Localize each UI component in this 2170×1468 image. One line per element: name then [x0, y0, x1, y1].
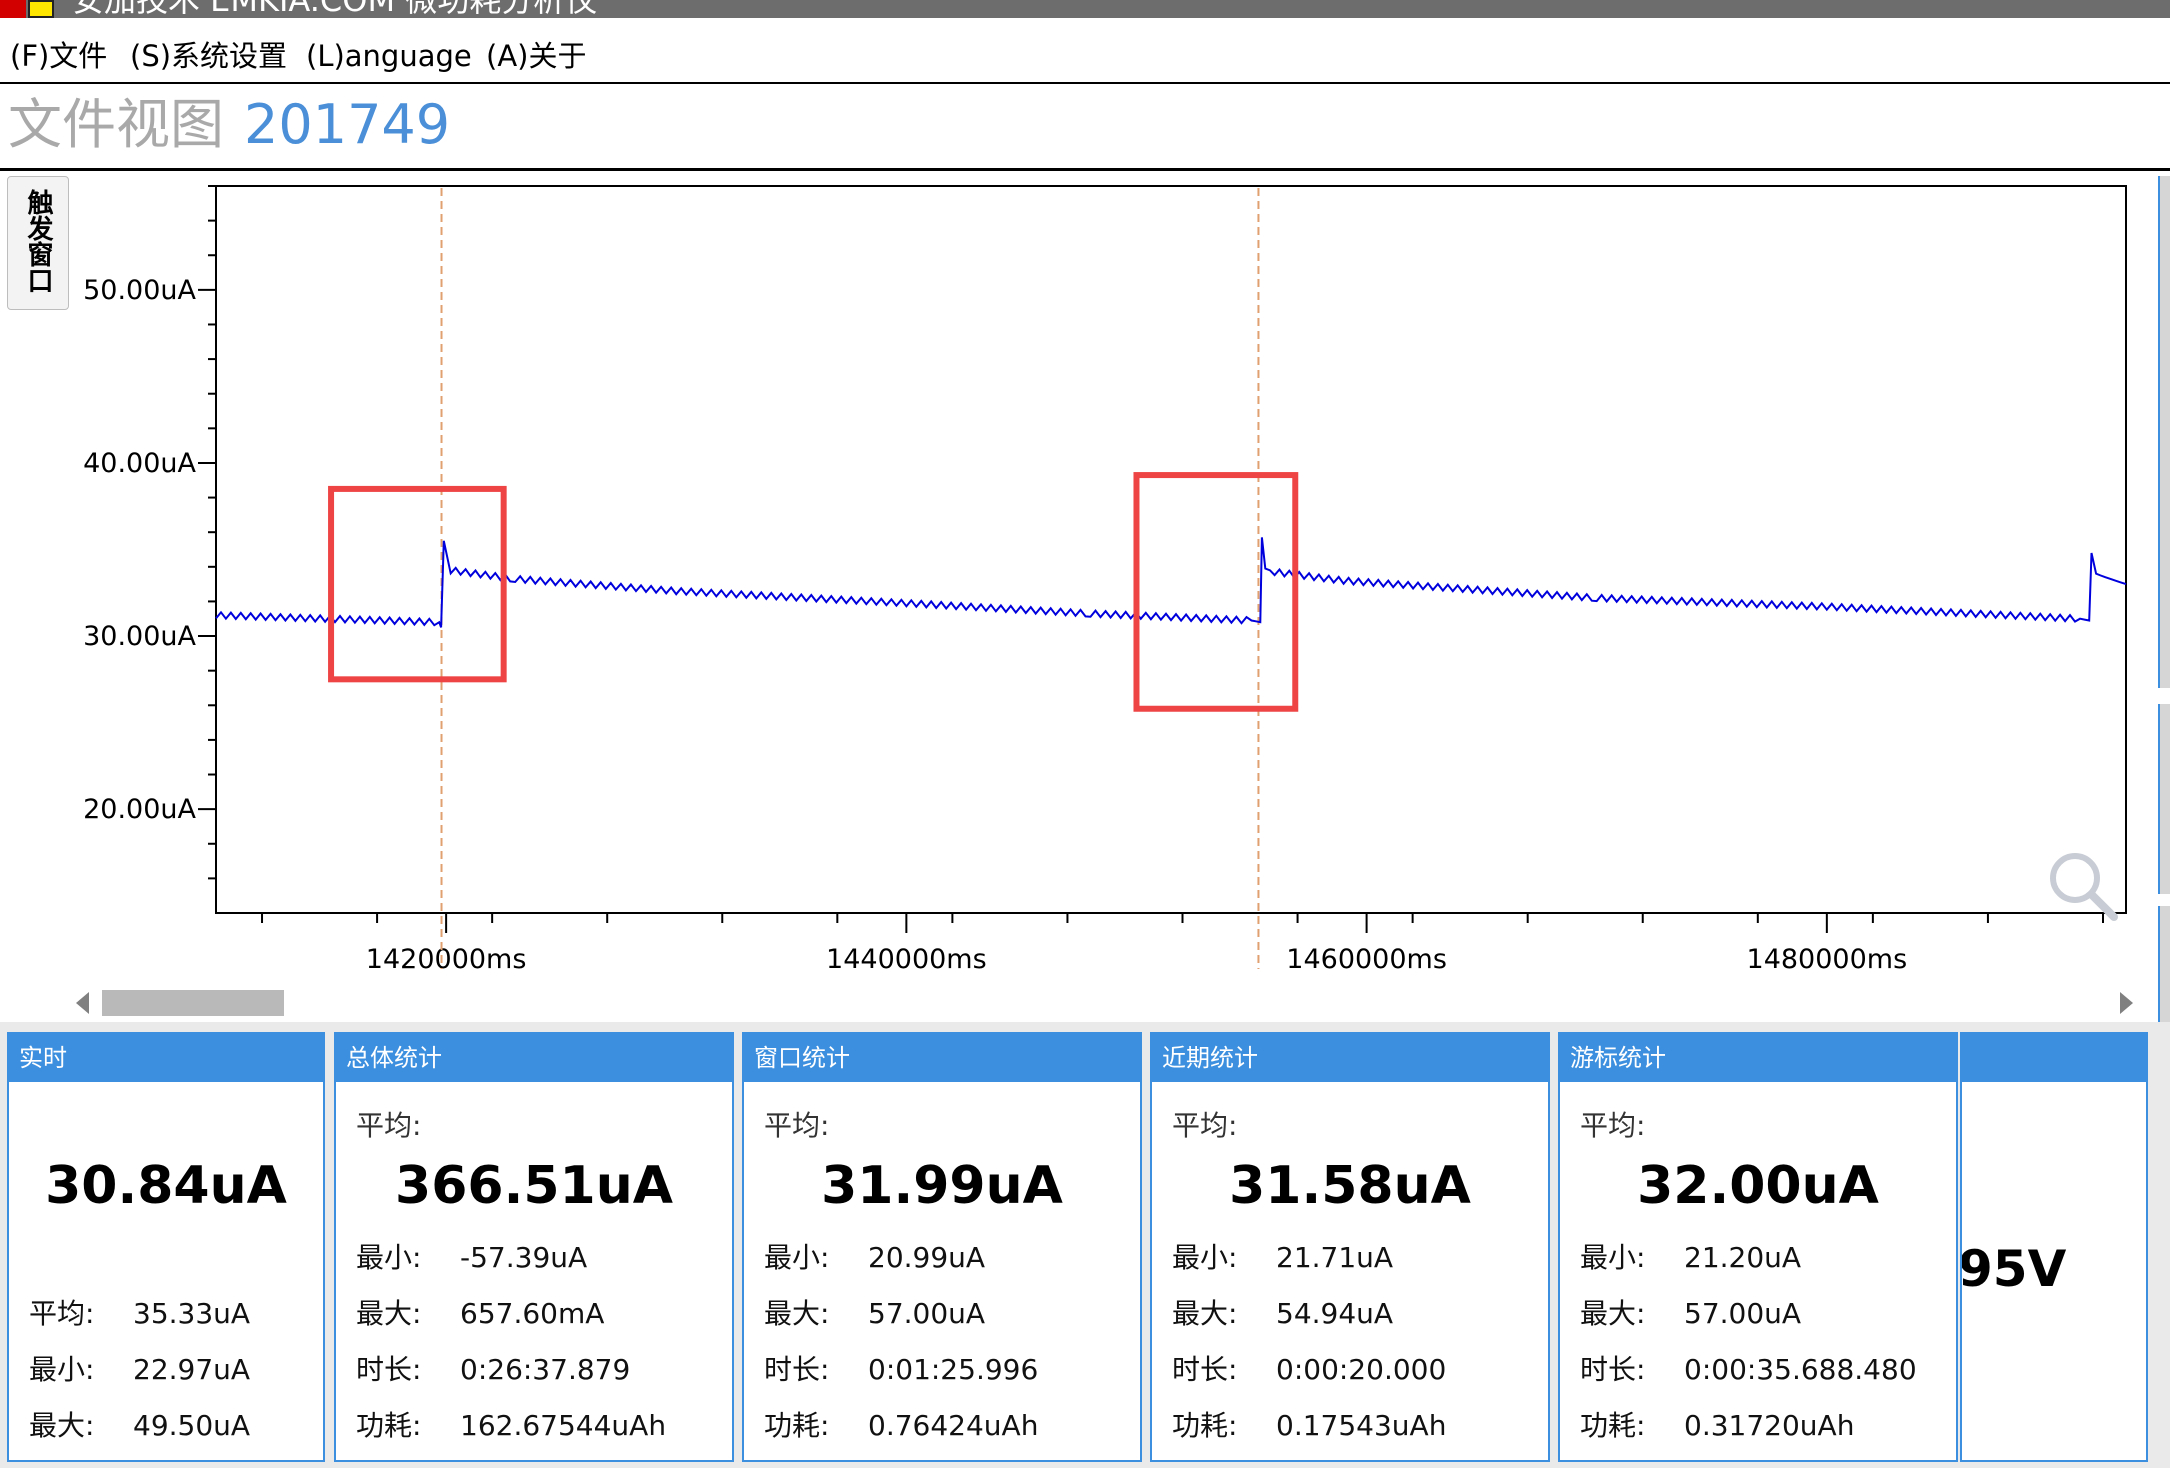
recent-avg-label: 平均: — [1172, 1109, 1238, 1142]
cursor-avg-label: 平均: — [1580, 1109, 1646, 1142]
overall-row-duration: 时长: 0:26:37.879 — [356, 1353, 631, 1386]
y-tick-label: 20.00uA — [83, 794, 196, 825]
page-header: 文件视图 201749 — [8, 92, 450, 162]
panel-cursor: 游标统计 平均: 32.00uA 最小: 21.20uA 最大: 57.00uA 时… — [1558, 1032, 1958, 1462]
realtime-current-value: 30.84uA — [45, 1156, 287, 1216]
recent-row-energy: 功耗: 0.17543uAh — [1172, 1409, 1447, 1442]
overall-row-energy: 功耗: 162.67544uAh — [356, 1409, 667, 1442]
recent-avg-value: 31.58uA — [1229, 1156, 1471, 1216]
horizontal-scrollbar[interactable] — [76, 988, 2140, 1018]
trigger-window-tab[interactable]: 触发窗口 — [7, 176, 69, 310]
recent-row-max: 最大: 54.94uA — [1172, 1297, 1394, 1330]
panel-recent: 近期统计 平均: 31.58uA 最小: 21.71uA 最大: 54.94uA 时… — [1150, 1032, 1550, 1462]
window-row-energy: 功耗: 0.76424uAh — [764, 1409, 1039, 1442]
realtime-row-max: 最大: 49.50uA — [29, 1409, 251, 1442]
window-row-max: 最大: 57.00uA — [764, 1297, 986, 1330]
menu-settings[interactable]: (S)系统设置 — [130, 38, 287, 74]
y-tick-label: 50.00uA — [83, 275, 196, 306]
panel-realtime-title: 实时 — [9, 1034, 323, 1082]
menu-about[interactable]: (A)关于 — [486, 38, 586, 74]
x-tick-label: 1420000ms — [366, 944, 527, 975]
recent-row-min: 最小: 21.71uA — [1172, 1241, 1394, 1274]
window-title: 安加技术 EMKIA.COM 微功耗分析仪 — [72, 0, 597, 18]
y-tick-label: 40.00uA — [83, 448, 196, 479]
file-id: 201749 — [244, 93, 451, 156]
page-title: 文件视图 — [8, 93, 224, 156]
menu-bar: (F)文件 (S)系统设置 (L)anguage (A)关于 — [0, 30, 2170, 84]
menu-language[interactable]: (L)anguage — [306, 38, 472, 74]
cursor-row-duration: 时长: 0:00:35.688.480 — [1580, 1353, 1917, 1386]
panel-voltage-header — [1962, 1034, 2146, 1082]
panel-window-title: 窗口统计 — [744, 1034, 1140, 1082]
panel-overall-title: 总体统计 — [336, 1034, 732, 1082]
cursor-avg-value: 32.00uA — [1637, 1156, 1879, 1216]
scroll-thumb[interactable] — [102, 990, 284, 1016]
panel-cursor-title: 游标统计 — [1560, 1034, 1956, 1082]
y-tick-label: 30.00uA — [83, 621, 196, 652]
panel-realtime: 实时 30.84uA 平均: 35.33uA 最小: 22.97uA 最大: 49.5… — [7, 1032, 325, 1462]
x-tick-label: 1440000ms — [826, 944, 987, 975]
right-edge-strip — [2158, 176, 2170, 688]
window-row-duration: 时长: 0:01:25.996 — [764, 1353, 1039, 1386]
scroll-right-arrow-icon[interactable] — [2120, 992, 2133, 1014]
x-tick-label: 1460000ms — [1286, 944, 1447, 975]
window-row-min: 最小: 20.99uA — [764, 1241, 986, 1274]
title-bar: 安加技术 EMKIA.COM 微功耗分析仪 — [0, 0, 2170, 18]
panel-voltage: 95V — [1960, 1032, 2148, 1462]
panel-overall: 总体统计 平均: 366.51uA 最小: -57.39uA 最大: 657.60m… — [334, 1032, 734, 1462]
realtime-row-avg: 平均: 35.33uA — [29, 1297, 251, 1330]
trigger-window-label: 触发窗口 — [23, 189, 53, 293]
panel-recent-title: 近期统计 — [1152, 1034, 1548, 1082]
recent-row-duration: 时长: 0:00:20.000 — [1172, 1353, 1447, 1386]
cursor-row-min: 最小: 21.20uA — [1580, 1241, 1802, 1274]
panel-window: 窗口统计 平均: 31.99uA 最小: 20.99uA 最大: 57.00uA 时… — [742, 1032, 1142, 1462]
app-logo-icon — [0, 0, 60, 18]
cursor-row-energy: 功耗: 0.31720uAh — [1580, 1409, 1855, 1442]
chart-svg: 20.00uA 30.00uA 40.00uA 50.00uA 1420000ms 144… — [83, 185, 2127, 975]
scroll-left-arrow-icon[interactable] — [76, 992, 89, 1014]
overall-row-min: 最小: -57.39uA — [356, 1241, 588, 1274]
overall-avg-value: 366.51uA — [395, 1156, 673, 1216]
window-avg-label: 平均: — [764, 1109, 830, 1142]
realtime-row-min: 最小: 22.97uA — [29, 1353, 251, 1386]
overall-avg-label: 平均: — [356, 1109, 422, 1142]
right-edge-strip — [2158, 704, 2170, 894]
x-tick-label: 1480000ms — [1747, 944, 1908, 975]
current-chart[interactable]: 20.00uA 30.00uA 40.00uA 50.00uA 1420000ms 144… — [0, 171, 2150, 1007]
window-avg-value: 31.99uA — [821, 1156, 1063, 1216]
menu-file[interactable]: (F)文件 — [10, 38, 107, 74]
voltage-value: 95V — [1960, 1240, 2067, 1298]
cursor-row-max: 最大: 57.00uA — [1580, 1297, 1802, 1330]
overall-row-max: 最大: 657.60mA — [356, 1297, 605, 1330]
